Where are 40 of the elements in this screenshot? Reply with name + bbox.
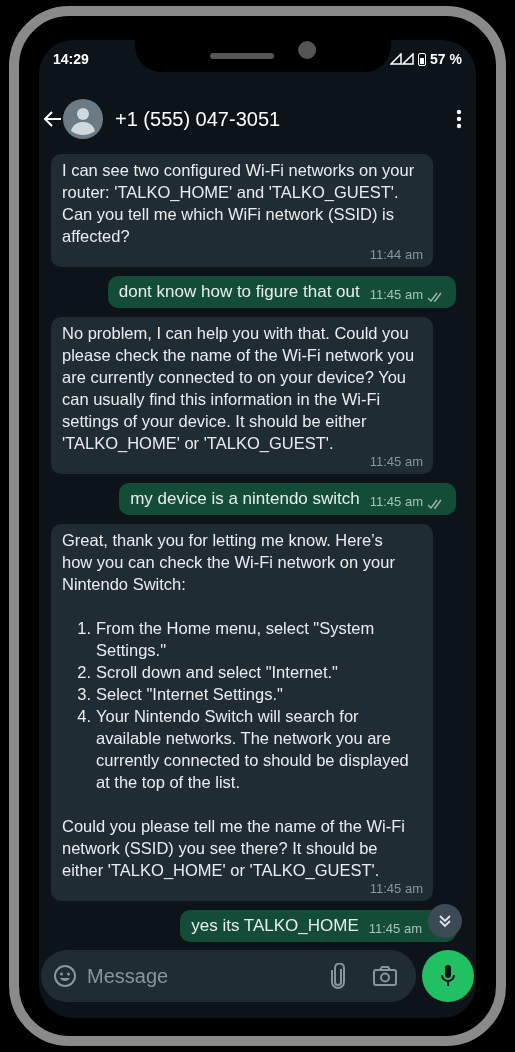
message-time: 11:45 am	[369, 493, 423, 511]
message-text: Great, thank you for letting me know. Here’s how you can check the Wi-Fi network on your Nintendo Switch:	[62, 530, 396, 595]
message-time: 11:45 am	[369, 454, 423, 470]
emoji-icon[interactable]	[53, 964, 77, 988]
message-text: Could you please tell me the name of the Wi-Fi network (SSID) you see there? It should be either 'TALKO_HOME' or 'TALKO_GUEST'.	[62, 816, 406, 881]
list-item-text: Your Nintendo Switch will search for available networks. The network you are currently connected to should be displayed at the top of the list.	[96, 706, 410, 793]
camera-icon	[297, 41, 316, 59]
message-time: 11:45 am	[369, 881, 423, 897]
list-item-text: From the Home menu, select "System Settings."	[96, 618, 376, 661]
paperclip-icon[interactable]	[330, 963, 346, 989]
avatar-icon[interactable]	[63, 99, 103, 139]
message-time: 11:44 am	[369, 247, 423, 263]
scroll-down-button[interactable]	[428, 904, 462, 938]
battery-percentage: 57 %	[430, 49, 462, 69]
message-time: 11:45 am	[369, 286, 423, 304]
signal-icon	[390, 53, 415, 65]
message-input[interactable]: Message	[87, 961, 320, 991]
list-number: 2.	[76, 662, 92, 683]
message-text: yes its TALKO_HOME	[191, 915, 359, 937]
list-number: 1.	[76, 618, 92, 639]
message-text: I can see two configured Wi-Fi networks on your router: 'TALKO_HOME' and 'TALKO_GUEST'. Can you tell me which WiFi network (SSID) is affected?	[62, 160, 415, 247]
message-text: my device is a nintendo switch	[130, 488, 360, 510]
double-chevron-down-icon	[438, 914, 452, 928]
list-item-text: Select "Internet Settings."	[96, 684, 283, 705]
speaker-icon	[209, 53, 274, 59]
contact-name[interactable]: +1 (555) 047-3051	[115, 104, 456, 134]
list-number: 3.	[76, 684, 92, 705]
message-time: 11:45 am	[368, 920, 422, 938]
voice-record-button[interactable]	[422, 950, 474, 1002]
camera-icon[interactable]	[372, 965, 398, 987]
list-number: 4.	[76, 706, 92, 727]
message-input-bar[interactable]: Message	[41, 950, 416, 1002]
microphone-icon	[440, 964, 456, 988]
battery-icon	[418, 52, 427, 66]
list-item-text: Scroll down and select "Internet."	[96, 662, 338, 683]
status-time: 14:29	[53, 49, 89, 69]
message-text: No problem, I can help you with that. Could you please check the name of the Wi-Fi network you are currently connected to on your device? You can usually find this information in the Wi-Fi settings of your device. It should be either 'TALKO_HOME' or 'TALKO_GUEST'.	[62, 323, 415, 454]
more-options-icon[interactable]	[456, 109, 462, 129]
message-text: dont know how to figure that out	[118, 281, 360, 303]
back-arrow-icon[interactable]	[43, 109, 63, 129]
